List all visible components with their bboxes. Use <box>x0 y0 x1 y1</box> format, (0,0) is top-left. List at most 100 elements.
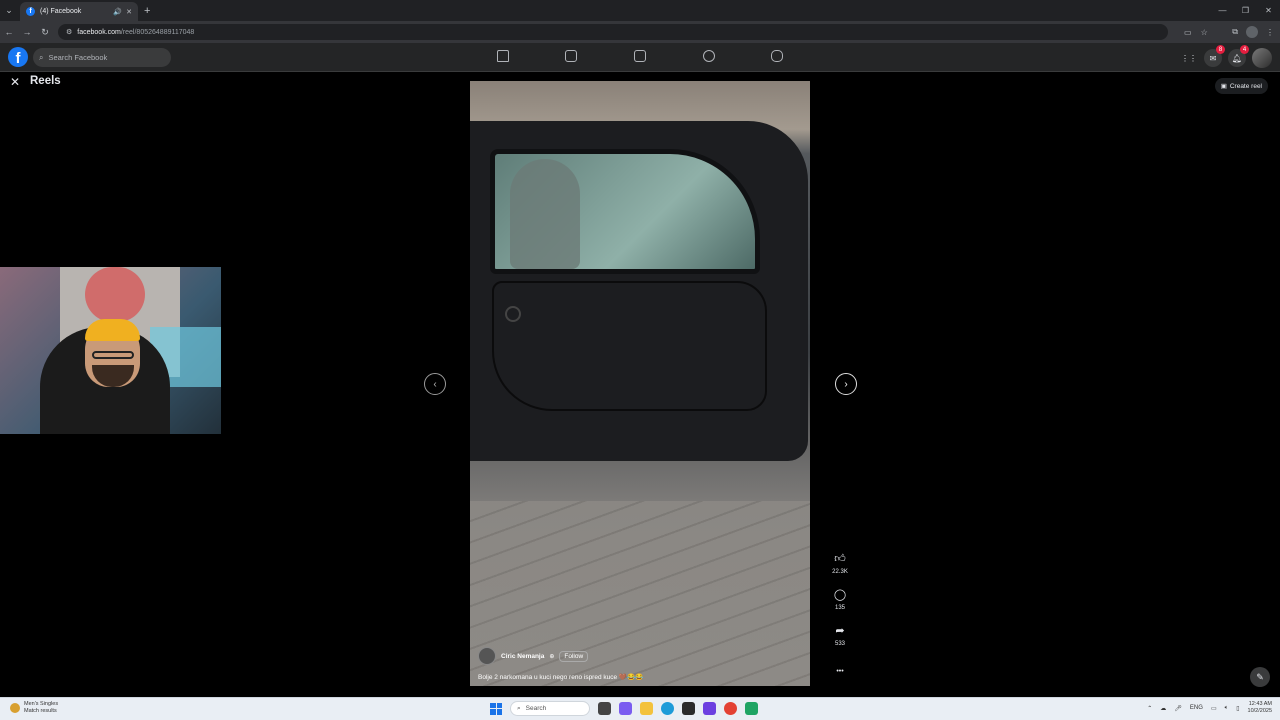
reel-author: Ciric Nemanja ⊕ Follow <box>478 647 589 665</box>
comment-icon[interactable]: ◯ <box>831 585 849 603</box>
create-reel-icon: ▣ <box>1220 83 1227 90</box>
author-name[interactable]: Ciric Nemanja <box>501 653 544 660</box>
share-action: ➦ 533 <box>830 621 850 648</box>
like-action: 👍︎ 22.3K <box>830 549 850 576</box>
nav-marketplace-icon[interactable] <box>634 50 646 62</box>
notifications-badge: 4 <box>1240 45 1249 54</box>
app-icon[interactable] <box>745 702 758 715</box>
bookmark-star-icon[interactable]: ☆ <box>1201 28 1208 37</box>
site-info-icon[interactable]: ⚙ <box>66 28 72 36</box>
messenger-app-icon[interactable] <box>703 702 716 715</box>
tab-audio-icon[interactable]: 🔊 <box>113 8 122 16</box>
more-action: ••• <box>830 662 850 680</box>
comment-action: ◯ 135 <box>830 585 850 612</box>
browser-tab-bar: ⌄ f (4) Facebook 🔊 ✕ + — ❐ ✕ <box>0 0 1280 21</box>
taskbar-apps: ⌕ Search <box>490 701 758 716</box>
tab-close-icon[interactable]: ✕ <box>126 8 132 16</box>
more-options-icon[interactable]: ••• <box>831 662 849 680</box>
close-reels-icon[interactable]: ✕ <box>10 75 20 89</box>
reload-button[interactable]: ↻ <box>36 27 54 38</box>
maximize-button[interactable]: ❐ <box>1234 0 1257 21</box>
browser-tab[interactable]: f (4) Facebook 🔊 ✕ <box>20 2 138 21</box>
facebook-header: f ⌕ Search Facebook ⋮⋮ ✉ 8 🔔︎ 4 <box>0 43 1280 72</box>
system-tray: ⌃ ☁ 🎤︎ ENG ▭ 🔈︎ ▯ 12:43 AM 10/2/2025 <box>1147 701 1272 715</box>
messenger-icon[interactable]: ✉ 8 <box>1204 45 1225 67</box>
chrome-icon[interactable] <box>724 702 737 715</box>
comment-count: 135 <box>834 605 845 611</box>
tray-chevron-icon[interactable]: ⌃ <box>1147 705 1152 712</box>
file-explorer-icon[interactable] <box>640 702 653 715</box>
facebook-favicon: f <box>26 7 35 16</box>
nav-video-icon[interactable] <box>565 50 577 62</box>
author-avatar[interactable] <box>478 647 496 665</box>
messenger-badge: 8 <box>1216 45 1225 54</box>
volume-icon[interactable]: 🔈︎ <box>1225 705 1229 712</box>
start-button[interactable] <box>490 702 502 715</box>
forward-button[interactable]: → <box>18 27 36 37</box>
account-avatar[interactable] <box>1252 48 1272 68</box>
like-count: 22.3K <box>832 569 848 575</box>
address-bar[interactable]: ⚙ facebook.com/reel/805264889117048 <box>58 24 1168 40</box>
nav-groups-icon[interactable] <box>703 50 715 62</box>
webcam-overlay <box>0 267 221 434</box>
new-tab-button[interactable]: + <box>144 5 150 17</box>
edge-icon[interactable] <box>661 702 674 715</box>
share-count: 533 <box>834 641 845 647</box>
profile-avatar[interactable] <box>1246 26 1258 38</box>
widget-icon <box>10 703 20 713</box>
page-title: Reels <box>30 75 61 87</box>
next-reel-button[interactable]: › <box>835 373 857 395</box>
copilot-icon[interactable] <box>619 702 632 715</box>
window-controls: — ❐ ✕ <box>1211 0 1280 21</box>
tab-search-menu-icon[interactable]: ⌄ <box>0 0 18 21</box>
browser-menu-icon[interactable]: ⋮ <box>1266 28 1274 37</box>
widget-title: Men's Singles <box>24 701 59 707</box>
reel-caption: Bolje 2 narkomana u kuci nego reno ispre… <box>478 674 644 681</box>
store-icon[interactable] <box>682 702 695 715</box>
nav-gaming-icon[interactable] <box>771 50 783 62</box>
omnibox-actions: ▭ ☆ <box>1184 28 1208 37</box>
public-globe-icon: ⊕ <box>549 653 555 660</box>
clock[interactable]: 12:43 AM 10/2/2025 <box>1248 701 1272 715</box>
tray-network-icon[interactable]: ☁ <box>1160 705 1166 712</box>
taskbar-search[interactable]: ⌕ Search <box>510 701 590 716</box>
search-input[interactable]: ⌕ Search Facebook <box>33 48 171 67</box>
search-placeholder: Search Facebook <box>48 53 108 62</box>
tray-mic-icon[interactable]: 🎤︎ <box>1174 705 1182 712</box>
notifications-icon[interactable]: 🔔︎ 4 <box>1228 45 1249 67</box>
follow-button[interactable]: Follow <box>559 650 589 662</box>
minimize-button[interactable]: — <box>1211 0 1234 21</box>
taskbar-search-icon: ⌕ <box>517 704 521 712</box>
header-right-actions: ⋮⋮ ✉ 8 🔔︎ 4 <box>1180 45 1272 68</box>
browser-right-actions: ⧉ ⋮ <box>1232 26 1274 38</box>
taskbar-search-placeholder: Search <box>525 705 547 712</box>
battery-icon[interactable]: ▯ <box>1236 705 1239 712</box>
search-icon: ⌕ <box>39 52 44 62</box>
menu-grid-icon[interactable]: ⋮⋮ <box>1180 49 1198 67</box>
tab-title: (4) Facebook <box>40 8 82 15</box>
extensions-icon[interactable]: ⧉ <box>1232 27 1238 37</box>
taskbar: Men's Singles Match results ⌕ Search ⌃ ☁… <box>0 697 1280 720</box>
clock-date: 10/2/2025 <box>1247 708 1272 714</box>
language-indicator[interactable]: ENG <box>1190 705 1203 711</box>
browser-toolbar: ← → ↻ ⚙ facebook.com/reel/80526488911704… <box>0 21 1280 43</box>
back-button[interactable]: ← <box>0 27 18 37</box>
widget-news[interactable]: Men's Singles Match results <box>10 701 58 715</box>
close-window-button[interactable]: ✕ <box>1257 0 1280 21</box>
wifi-icon[interactable]: ▭ <box>1211 705 1217 712</box>
create-reel-label: Create reel <box>1229 82 1262 90</box>
previous-reel-button[interactable]: ‹ <box>424 373 446 395</box>
new-message-icon[interactable]: ✎ <box>1250 667 1270 687</box>
url-domain: facebook.com <box>77 28 121 36</box>
create-reel-button[interactable]: ▣ Create reel <box>1214 78 1268 94</box>
nav-home-icon[interactable] <box>497 50 509 62</box>
facebook-logo[interactable]: f <box>8 47 28 67</box>
reel-video[interactable] <box>470 81 810 686</box>
install-app-icon[interactable]: ▭ <box>1184 28 1192 37</box>
share-icon[interactable]: ➦ <box>831 621 849 639</box>
like-icon[interactable]: 👍︎ <box>831 549 849 567</box>
widget-subtitle: Match results <box>24 708 57 714</box>
url-path: /reel/805264889117048 <box>120 28 195 36</box>
clock-time: 12:43 AM <box>1248 701 1272 707</box>
task-view-icon[interactable] <box>598 702 611 715</box>
